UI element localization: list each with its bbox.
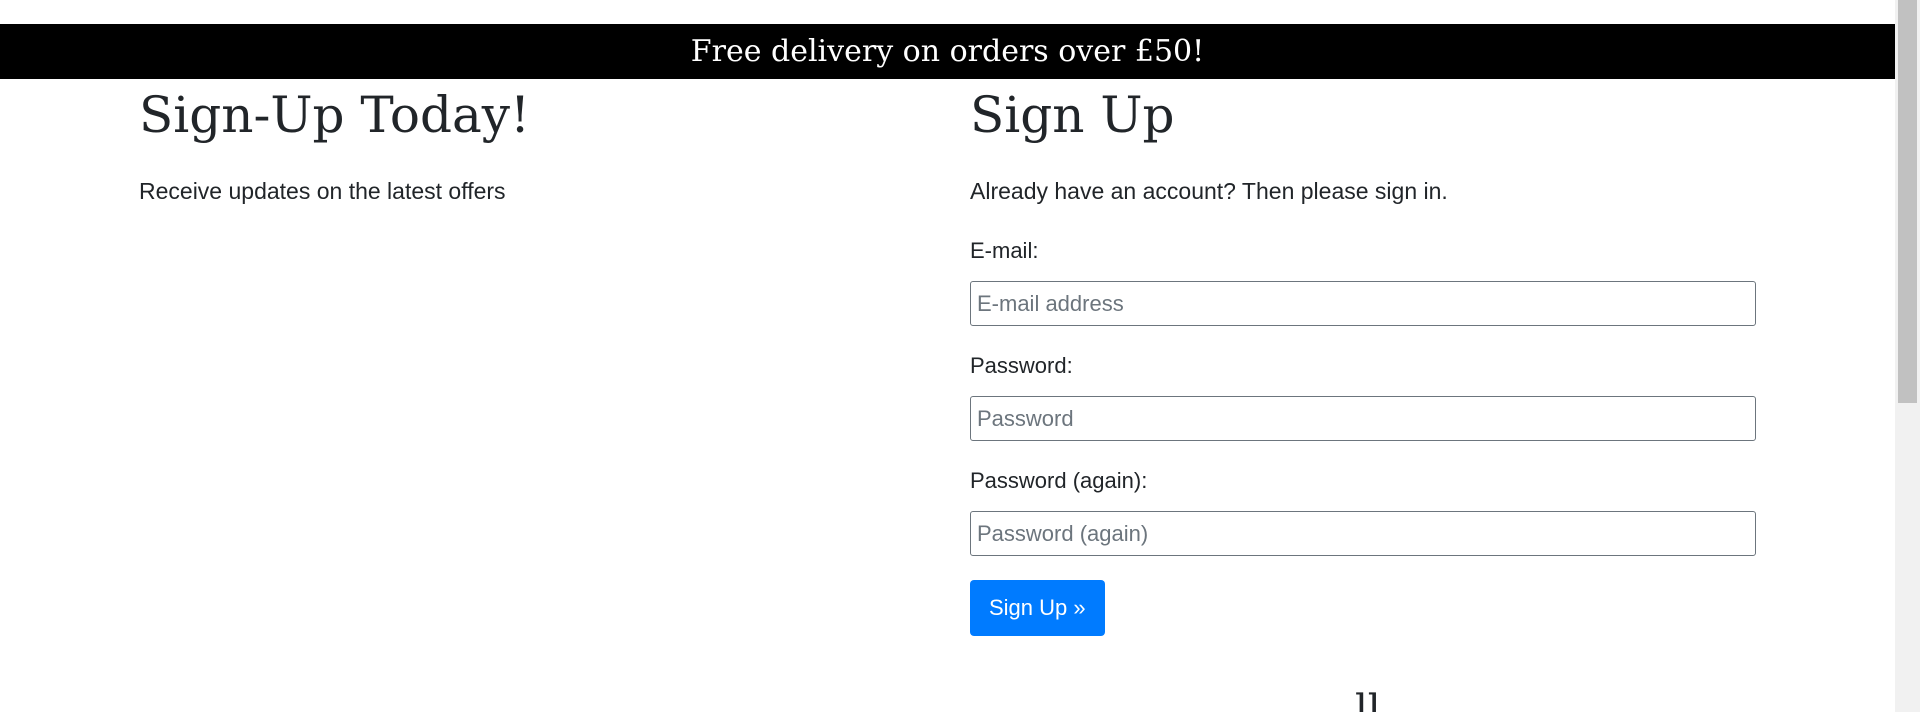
email-field[interactable] xyxy=(970,281,1756,326)
cropped-text-fragment: ll xyxy=(1355,687,1381,712)
vertical-scrollbar[interactable] xyxy=(1895,0,1920,712)
signin-prefix: Already have an account? Then please xyxy=(970,178,1375,204)
email-group: E-mail: xyxy=(970,231,1756,326)
signin-suffix: . xyxy=(1441,178,1448,204)
password-again-group: Password (again): xyxy=(970,461,1756,556)
password-group: Password: xyxy=(970,346,1756,441)
promo-subtitle: Receive updates on the latest offers xyxy=(139,178,506,204)
signup-form: Sign Up Already have an account? Then pl… xyxy=(970,80,1756,636)
promo-title: Sign-Up Today! xyxy=(139,86,531,144)
signin-link[interactable]: sign in xyxy=(1375,178,1441,204)
page: Free delivery on orders over £50! Sign-U… xyxy=(0,0,1920,712)
email-label: E-mail: xyxy=(970,238,1039,263)
password-label: Password: xyxy=(970,353,1073,378)
password-again-field[interactable] xyxy=(970,511,1756,556)
password-again-label: Password (again): xyxy=(970,468,1148,493)
free-delivery-banner: Free delivery on orders over £50! xyxy=(0,24,1895,79)
password-field[interactable] xyxy=(970,396,1756,441)
signup-title: Sign Up xyxy=(970,86,1175,144)
promo-section: Sign-Up Today! Receive updates on the la… xyxy=(139,80,899,211)
scrollbar-thumb[interactable] xyxy=(1898,0,1917,403)
sign-up-button[interactable]: Sign Up » xyxy=(970,580,1105,636)
signin-prompt: Already have an account? Then please sig… xyxy=(970,171,1756,211)
